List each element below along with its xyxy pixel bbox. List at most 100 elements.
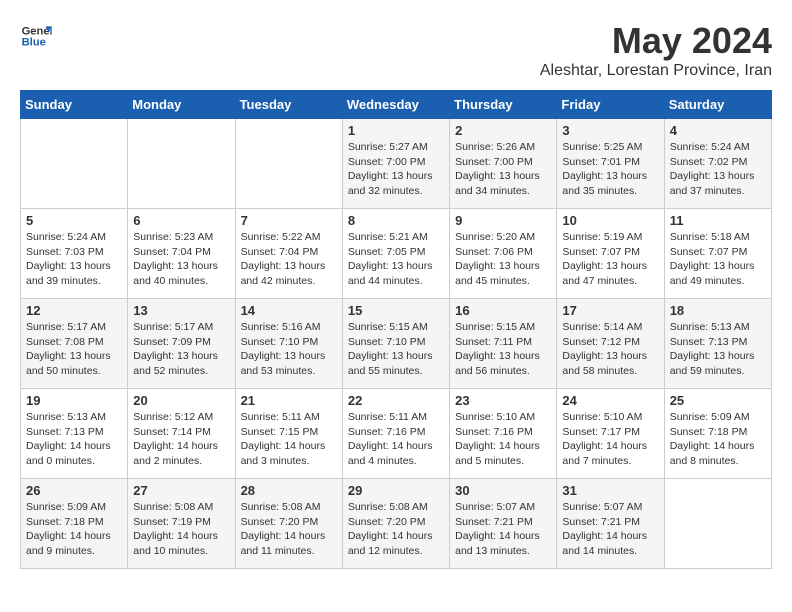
day-info: Sunrise: 5:10 AM Sunset: 7:17 PM Dayligh…: [562, 410, 658, 469]
day-info: Sunrise: 5:22 AM Sunset: 7:04 PM Dayligh…: [241, 230, 337, 289]
day-info: Sunrise: 5:14 AM Sunset: 7:12 PM Dayligh…: [562, 320, 658, 379]
calendar-cell: 6 Sunrise: 5:23 AM Sunset: 7:04 PM Daylig…: [128, 209, 235, 299]
day-number: 5: [26, 213, 122, 228]
calendar-cell: 19 Sunrise: 5:13 AM Sunset: 7:13 PM Dayli…: [21, 389, 128, 479]
day-info: Sunrise: 5:09 AM Sunset: 7:18 PM Dayligh…: [670, 410, 766, 469]
day-number: 14: [241, 303, 337, 318]
day-number: 8: [348, 213, 444, 228]
weekday-header-tuesday: Tuesday: [235, 91, 342, 119]
page-header: General Blue May 2024 Aleshtar, Lorestan…: [20, 20, 772, 80]
week-row-4: 19 Sunrise: 5:13 AM Sunset: 7:13 PM Dayli…: [21, 389, 772, 479]
day-info: Sunrise: 5:26 AM Sunset: 7:00 PM Dayligh…: [455, 140, 551, 199]
calendar-cell: [21, 119, 128, 209]
calendar-cell: 5 Sunrise: 5:24 AM Sunset: 7:03 PM Daylig…: [21, 209, 128, 299]
day-info: Sunrise: 5:24 AM Sunset: 7:02 PM Dayligh…: [670, 140, 766, 199]
day-info: Sunrise: 5:21 AM Sunset: 7:05 PM Dayligh…: [348, 230, 444, 289]
day-info: Sunrise: 5:10 AM Sunset: 7:16 PM Dayligh…: [455, 410, 551, 469]
calendar-cell: [664, 479, 771, 569]
calendar-cell: [235, 119, 342, 209]
day-number: 21: [241, 393, 337, 408]
week-row-3: 12 Sunrise: 5:17 AM Sunset: 7:08 PM Dayli…: [21, 299, 772, 389]
weekday-header-row: SundayMondayTuesdayWednesdayThursdayFrid…: [21, 91, 772, 119]
calendar-cell: 15 Sunrise: 5:15 AM Sunset: 7:10 PM Dayli…: [342, 299, 449, 389]
day-info: Sunrise: 5:11 AM Sunset: 7:16 PM Dayligh…: [348, 410, 444, 469]
logo-icon: General Blue: [20, 20, 52, 52]
day-info: Sunrise: 5:24 AM Sunset: 7:03 PM Dayligh…: [26, 230, 122, 289]
calendar-cell: 10 Sunrise: 5:19 AM Sunset: 7:07 PM Dayli…: [557, 209, 664, 299]
day-info: Sunrise: 5:17 AM Sunset: 7:09 PM Dayligh…: [133, 320, 229, 379]
calendar-cell: 24 Sunrise: 5:10 AM Sunset: 7:17 PM Dayli…: [557, 389, 664, 479]
day-number: 25: [670, 393, 766, 408]
day-info: Sunrise: 5:08 AM Sunset: 7:20 PM Dayligh…: [348, 500, 444, 559]
day-info: Sunrise: 5:12 AM Sunset: 7:14 PM Dayligh…: [133, 410, 229, 469]
calendar-cell: 3Sunrise: 5:25 AM Sunset: 7:01 PM Daylig…: [557, 119, 664, 209]
day-number: 26: [26, 483, 122, 498]
calendar-cell: 31Sunrise: 5:07 AM Sunset: 7:21 PM Dayli…: [557, 479, 664, 569]
day-number: 16: [455, 303, 551, 318]
calendar-cell: 4 Sunrise: 5:24 AM Sunset: 7:02 PM Daylig…: [664, 119, 771, 209]
weekday-header-wednesday: Wednesday: [342, 91, 449, 119]
day-number: 12: [26, 303, 122, 318]
day-number: 7: [241, 213, 337, 228]
month-title: May 2024: [540, 20, 772, 62]
calendar-cell: 22 Sunrise: 5:11 AM Sunset: 7:16 PM Dayli…: [342, 389, 449, 479]
day-info: Sunrise: 5:07 AM Sunset: 7:21 PM Dayligh…: [562, 500, 658, 559]
calendar-cell: 25 Sunrise: 5:09 AM Sunset: 7:18 PM Dayli…: [664, 389, 771, 479]
day-number: 4: [670, 123, 766, 138]
calendar-cell: 1 Sunrise: 5:27 AM Sunset: 7:00 PM Daylig…: [342, 119, 449, 209]
day-info: Sunrise: 5:07 AM Sunset: 7:21 PM Dayligh…: [455, 500, 551, 559]
day-number: 1: [348, 123, 444, 138]
day-info: Sunrise: 5:15 AM Sunset: 7:11 PM Dayligh…: [455, 320, 551, 379]
weekday-header-monday: Monday: [128, 91, 235, 119]
day-info: Sunrise: 5:13 AM Sunset: 7:13 PM Dayligh…: [26, 410, 122, 469]
day-number: 22: [348, 393, 444, 408]
day-number: 2: [455, 123, 551, 138]
calendar-cell: 23 Sunrise: 5:10 AM Sunset: 7:16 PM Dayli…: [450, 389, 557, 479]
calendar-cell: 13 Sunrise: 5:17 AM Sunset: 7:09 PM Dayli…: [128, 299, 235, 389]
svg-text:Blue: Blue: [22, 37, 46, 49]
calendar-cell: 2 Sunrise: 5:26 AM Sunset: 7:00 PM Daylig…: [450, 119, 557, 209]
calendar-cell: 16 Sunrise: 5:15 AM Sunset: 7:11 PM Dayli…: [450, 299, 557, 389]
day-number: 15: [348, 303, 444, 318]
title-area: May 2024 Aleshtar, Lorestan Province, Ir…: [540, 20, 772, 80]
day-number: 19: [26, 393, 122, 408]
day-info: Sunrise: 5:08 AM Sunset: 7:20 PM Dayligh…: [241, 500, 337, 559]
calendar-cell: 30 Sunrise: 5:07 AM Sunset: 7:21 PM Dayli…: [450, 479, 557, 569]
calendar-table: SundayMondayTuesdayWednesdayThursdayFrid…: [20, 90, 772, 569]
day-number: 17: [562, 303, 658, 318]
day-number: 23: [455, 393, 551, 408]
day-info: Sunrise: 5:17 AM Sunset: 7:08 PM Dayligh…: [26, 320, 122, 379]
day-info: Sunrise: 5:23 AM Sunset: 7:04 PM Dayligh…: [133, 230, 229, 289]
day-number: 3: [562, 123, 658, 138]
day-info: Sunrise: 5:11 AM Sunset: 7:15 PM Dayligh…: [241, 410, 337, 469]
calendar-cell: 28 Sunrise: 5:08 AM Sunset: 7:20 PM Dayli…: [235, 479, 342, 569]
calendar-cell: 8 Sunrise: 5:21 AM Sunset: 7:05 PM Daylig…: [342, 209, 449, 299]
day-number: 27: [133, 483, 229, 498]
day-info: Sunrise: 5:16 AM Sunset: 7:10 PM Dayligh…: [241, 320, 337, 379]
day-number: 20: [133, 393, 229, 408]
day-number: 28: [241, 483, 337, 498]
week-row-5: 26Sunrise: 5:09 AM Sunset: 7:18 PM Dayli…: [21, 479, 772, 569]
day-number: 24: [562, 393, 658, 408]
day-info: Sunrise: 5:13 AM Sunset: 7:13 PM Dayligh…: [670, 320, 766, 379]
calendar-cell: 18 Sunrise: 5:13 AM Sunset: 7:13 PM Dayli…: [664, 299, 771, 389]
day-info: Sunrise: 5:27 AM Sunset: 7:00 PM Dayligh…: [348, 140, 444, 199]
calendar-cell: 29 Sunrise: 5:08 AM Sunset: 7:20 PM Dayli…: [342, 479, 449, 569]
day-info: Sunrise: 5:15 AM Sunset: 7:10 PM Dayligh…: [348, 320, 444, 379]
day-info: Sunrise: 5:08 AM Sunset: 7:19 PM Dayligh…: [133, 500, 229, 559]
calendar-cell: 11Sunrise: 5:18 AM Sunset: 7:07 PM Dayli…: [664, 209, 771, 299]
day-number: 30: [455, 483, 551, 498]
day-number: 10: [562, 213, 658, 228]
day-info: Sunrise: 5:20 AM Sunset: 7:06 PM Dayligh…: [455, 230, 551, 289]
day-number: 18: [670, 303, 766, 318]
weekday-header-thursday: Thursday: [450, 91, 557, 119]
day-number: 13: [133, 303, 229, 318]
calendar-cell: 20 Sunrise: 5:12 AM Sunset: 7:14 PM Dayli…: [128, 389, 235, 479]
day-info: Sunrise: 5:19 AM Sunset: 7:07 PM Dayligh…: [562, 230, 658, 289]
week-row-1: 1 Sunrise: 5:27 AM Sunset: 7:00 PM Daylig…: [21, 119, 772, 209]
day-number: 29: [348, 483, 444, 498]
week-row-2: 5 Sunrise: 5:24 AM Sunset: 7:03 PM Daylig…: [21, 209, 772, 299]
calendar-cell: 26Sunrise: 5:09 AM Sunset: 7:18 PM Dayli…: [21, 479, 128, 569]
day-number: 6: [133, 213, 229, 228]
calendar-cell: 7 Sunrise: 5:22 AM Sunset: 7:04 PM Daylig…: [235, 209, 342, 299]
